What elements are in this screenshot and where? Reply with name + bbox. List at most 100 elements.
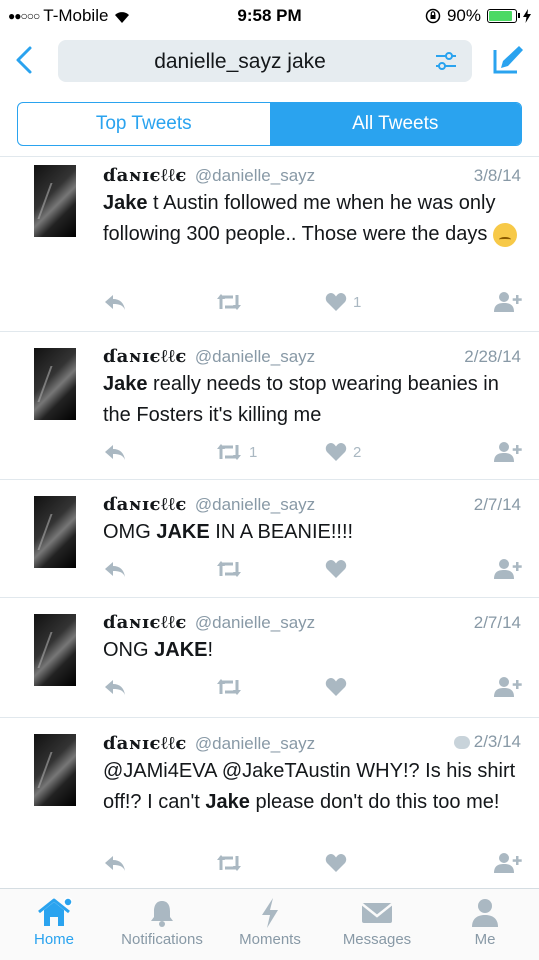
like-button[interactable] [325,674,347,700]
reply-icon [105,445,125,460]
reply-button[interactable] [103,289,127,315]
reply-button[interactable] [103,556,127,582]
like-button[interactable]: 2 [325,439,361,465]
author-name[interactable]: ɗaɴɪєℓℓє [103,494,187,515]
retweet-button[interactable] [215,556,243,582]
search-query[interactable]: danielle_sayz jake [58,50,422,74]
tweet-list: ɗaɴɪєℓℓє @danielle_sayz 3/8/14 Jake t Au… [0,157,539,891]
bottom-tab-bar: Home Notifications Moments Messages Me [0,888,539,960]
pensive-face-emoji [492,222,517,247]
author-name[interactable]: ɗaɴɪєℓℓє [103,733,187,754]
follow-user-icon [494,292,522,312]
battery-info: 90% [425,6,531,26]
tweet-date: 3/8/14 [474,166,521,186]
tweet-filter-tabs: Top Tweets All Tweets [17,102,522,146]
follow-button[interactable] [493,850,523,876]
follow-button[interactable] [493,439,523,465]
tweet-item[interactable]: ɗaɴɪєℓℓє @danielle_sayz 2/3/14 @JAMi4EVA… [0,718,539,891]
follow-button[interactable] [493,556,523,582]
like-count: 1 [353,293,362,311]
nav-moments-label: Moments [239,931,301,948]
home-icon [38,897,72,926]
tweet-date: 2/7/14 [474,495,521,515]
tweet-actions: 1 [103,289,525,315]
follow-button[interactable] [493,674,523,700]
author-handle[interactable]: @danielle_sayz [195,734,315,754]
nav-home[interactable]: Home [0,895,108,948]
tweet-item[interactable]: ɗaɴɪєℓℓє @danielle_sayz 2/28/14 Jake rea… [0,332,539,480]
avatar[interactable] [34,734,76,806]
reply-icon [105,562,125,577]
reply-button[interactable] [103,439,127,465]
highlight-term: Jake [103,373,148,395]
follow-user-icon [494,559,522,579]
retweet-button[interactable]: 1 [215,439,257,465]
tweet-date: 2/3/14 [453,732,521,752]
highlight-term: JAKE [156,521,210,543]
tweet-actions [103,674,525,700]
tweet-date-text: 2/7/14 [473,495,521,514]
tweet-actions: 12 [103,439,525,465]
avatar[interactable] [34,165,76,237]
tweet-text-pre: OMG [103,521,157,543]
nav-messages[interactable]: Messages [323,895,431,948]
rotation-lock-icon [425,8,441,24]
follow-user-icon [494,853,522,873]
retweet-icon [217,294,241,310]
status-bar: ●●○○○ T-Mobile 9:58 PM 90% [0,0,539,32]
author-handle[interactable]: @danielle_sayz [195,347,315,367]
highlight-term: JAKE [154,639,208,661]
retweet-button[interactable] [215,674,243,700]
tweet-date: 2/7/14 [474,613,521,633]
follow-button[interactable] [493,289,523,315]
back-chevron-icon[interactable] [12,42,36,78]
author-handle[interactable]: @danielle_sayz [195,166,315,186]
battery-icon [487,9,520,23]
like-button[interactable] [325,850,347,876]
search-field[interactable]: danielle_sayz jake [58,40,472,82]
author-name[interactable]: ɗaɴɪєℓℓє [103,346,187,367]
author-handle[interactable]: @danielle_sayz [195,495,315,515]
tab-all-tweets[interactable]: All Tweets [269,103,521,145]
author-name[interactable]: ɗaɴɪєℓℓє [103,165,187,186]
reply-button[interactable] [103,674,127,700]
filter-settings-icon[interactable] [434,50,458,72]
reply-icon [105,856,125,871]
tab-top-tweets[interactable]: Top Tweets [18,103,270,145]
like-button[interactable] [325,556,347,582]
author-handle[interactable]: @danielle_sayz [195,613,315,633]
like-count: 2 [353,443,362,461]
tweet-item[interactable]: ɗaɴɪєℓℓє @danielle_sayz 3/8/14 Jake t Au… [0,157,539,332]
tweet-text-pre: ONG [103,639,155,661]
nav-notifications[interactable]: Notifications [108,895,216,948]
avatar[interactable] [34,348,76,420]
lightning-icon [262,898,278,928]
conversation-bubble-icon [453,735,470,749]
like-button[interactable]: 1 [325,289,361,315]
tweet-text: Jake t Austin followed me when he was on… [103,188,521,250]
avatar[interactable] [34,496,76,568]
retweet-icon [217,444,241,460]
avatar[interactable] [34,614,76,686]
nav-moments[interactable]: Moments [216,895,324,948]
tweet-item[interactable]: ɗaɴɪєℓℓє @danielle_sayz 2/7/14 ONG JAKE! [0,598,539,718]
reply-icon [105,295,125,310]
compose-tweet-icon[interactable] [491,44,525,76]
tweet-item[interactable]: ɗaɴɪєℓℓє @danielle_sayz 2/7/14 OMG JAKE … [0,480,539,598]
person-icon [472,899,498,927]
search-header: danielle_sayz jake [0,32,539,92]
reply-button[interactable] [103,850,127,876]
nav-me[interactable]: Me [431,895,539,948]
tweet-text: ONG JAKE! [103,635,521,666]
tweet-date: 2/28/14 [464,347,521,367]
highlight-term: Jake [205,790,250,813]
heart-icon [325,293,347,311]
bell-icon [151,901,173,927]
retweet-icon [217,679,241,695]
follow-user-icon [494,442,522,462]
retweet-button[interactable] [215,289,243,315]
retweet-button[interactable] [215,850,243,876]
author-name[interactable]: ɗaɴɪєℓℓє [103,612,187,633]
heart-icon [325,678,347,696]
envelope-icon [361,903,393,923]
